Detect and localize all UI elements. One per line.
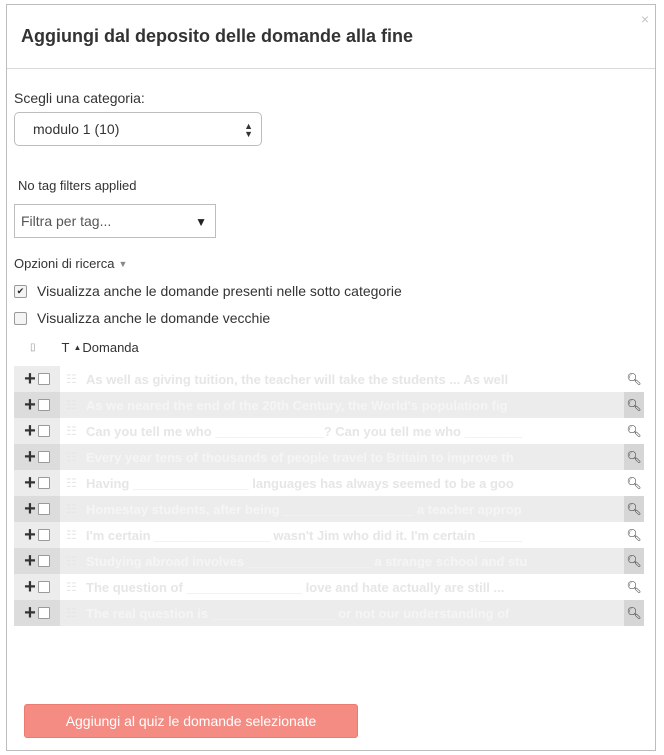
sort-asc-icon: ▲ (73, 343, 82, 352)
magnifier-icon[interactable]: 🔍︎ (624, 522, 644, 548)
question-actions: + (14, 366, 60, 392)
essay-icon: ☷ (66, 450, 77, 464)
question-checkbox[interactable] (37, 451, 50, 463)
dialog-title: Aggiungi dal deposito delle domande alla… (21, 26, 414, 46)
show-subcategories-checkbox[interactable]: ✔ (14, 284, 27, 298)
question-row: + ☷ Homestay students, after being _______… (14, 496, 644, 522)
plus-icon[interactable]: + (24, 499, 36, 519)
question-actions: + (14, 600, 60, 626)
magnifier-icon[interactable]: 🔍︎ (624, 548, 644, 574)
question-text: The real question is _________________ o… (86, 605, 510, 621)
plus-icon[interactable]: + (24, 447, 36, 467)
plus-icon[interactable]: + (24, 369, 36, 389)
plus-icon[interactable]: + (24, 421, 36, 441)
magnifier-icon[interactable]: 🔍︎ (624, 418, 644, 444)
question-row: + ☷ Every year tens of thousands of people… (14, 444, 644, 470)
essay-icon: ☷ (66, 424, 77, 438)
magnifier-icon[interactable]: 🔍︎ (624, 366, 644, 392)
question-checkbox[interactable] (37, 581, 50, 593)
close-icon[interactable]: × (641, 11, 649, 27)
essay-icon: ☷ (66, 580, 77, 594)
magnifier-icon[interactable]: 🔍︎ (624, 574, 644, 600)
essay-icon: ☷ (66, 476, 77, 490)
question-checkbox[interactable] (37, 477, 50, 489)
dialog-header: Aggiungi dal deposito delle domande alla… (7, 5, 655, 69)
plus-icon[interactable]: + (24, 473, 36, 493)
plus-icon[interactable]: + (24, 525, 36, 545)
question-actions: + (14, 444, 60, 470)
question-row: + ☷ I'm certain ________________ wasn't Ji… (14, 522, 644, 548)
select-arrows-icon: ▲ ▼ (244, 121, 253, 139)
question-row: + ☷ Can you tell me who _______________? C… (14, 418, 644, 444)
essay-icon: ☷ (66, 554, 77, 568)
question-row: + ☷ As well as giving tuition, the teacher… (14, 366, 644, 392)
question-row: + ☷ The question of ________________ love … (14, 574, 644, 600)
question-actions: + (14, 470, 60, 496)
plus-icon[interactable]: + (24, 577, 36, 597)
tag-filter-input[interactable]: Filtra per tag... ▼ (14, 204, 216, 238)
question-checkbox[interactable] (37, 425, 50, 437)
show-old-checkbox[interactable] (14, 311, 27, 325)
question-actions: + (14, 522, 60, 548)
essay-icon: ☷ (66, 528, 77, 542)
question-text: Every year tens of thousands of people t… (86, 449, 514, 465)
essay-icon: ☷ (66, 398, 77, 412)
question-actions: + (14, 548, 60, 574)
sort-header: ▯ T ▲ Domanda (30, 340, 139, 355)
category-select[interactable]: modulo 1 (10) ▲ ▼ (14, 112, 262, 146)
question-row: + ☷ The real question is _________________… (14, 600, 644, 626)
question-text: As we neared the end of the 20th Century… (86, 397, 508, 413)
sort-by-name[interactable]: Domanda (82, 340, 138, 355)
question-checkbox[interactable] (37, 607, 50, 619)
category-label: Scegli una categoria: (14, 90, 145, 106)
question-text: Homestay students, after being _________… (86, 501, 522, 517)
essay-icon: ☷ (66, 502, 77, 516)
magnifier-icon[interactable]: 🔍︎ (624, 392, 644, 418)
sort-by-type[interactable]: T (62, 340, 70, 355)
question-actions: + (14, 496, 60, 522)
add-selected-button[interactable]: Aggiungi al quiz le domande selezionate (24, 704, 358, 738)
question-actions: + (14, 392, 60, 418)
tag-filter-status: No tag filters applied (18, 178, 137, 193)
show-subcategories-option[interactable]: ✔ Visualizza anche le domande presenti n… (14, 283, 402, 299)
question-checkbox[interactable] (37, 555, 50, 567)
question-text: Studying abroad involves _______________… (86, 553, 528, 569)
essay-icon: ☷ (66, 372, 77, 386)
question-checkbox[interactable] (37, 529, 50, 541)
magnifier-icon[interactable]: 🔍︎ (624, 444, 644, 470)
magnifier-icon[interactable]: 🔍︎ (624, 496, 644, 522)
question-text: I'm certain ________________ wasn't Jim … (86, 527, 523, 543)
question-text: The question of ________________ love an… (86, 579, 505, 595)
magnifier-icon[interactable]: 🔍︎ (624, 600, 644, 626)
show-subcategories-label: Visualizza anche le domande presenti nel… (37, 283, 402, 299)
plus-icon[interactable]: + (24, 551, 36, 571)
question-text: Having ________________ languages has al… (86, 475, 514, 491)
question-checkbox[interactable] (37, 503, 50, 515)
question-text: Can you tell me who _______________? Can… (86, 423, 523, 439)
question-checkbox[interactable] (37, 373, 50, 385)
show-old-label: Visualizza anche le domande vecchie (37, 310, 271, 326)
question-row: + ☷ Studying abroad involves _____________… (14, 548, 644, 574)
caret-down-icon: ▼ (118, 258, 128, 269)
plus-icon[interactable]: + (24, 603, 36, 623)
question-actions: + (14, 418, 60, 444)
show-old-option[interactable]: Visualizza anche le domande vecchie (14, 310, 270, 326)
question-row: + ☷ Having ________________ languages has … (14, 470, 644, 496)
question-list: + ☷ As well as giving tuition, the teacher… (14, 366, 644, 626)
question-actions: + (14, 574, 60, 600)
search-options-toggle[interactable]: Opzioni di ricerca ▼ (14, 256, 127, 271)
question-text: As well as giving tuition, the teacher w… (86, 371, 509, 387)
question-row: + ☷ As we neared the end of the 20th Centu… (14, 392, 644, 418)
tag-filter-placeholder: Filtra per tag... (21, 213, 112, 229)
select-all-icon[interactable]: ▯ (30, 342, 36, 353)
question-checkbox[interactable] (37, 399, 50, 411)
category-selected-value: modulo 1 (10) (33, 121, 120, 137)
essay-icon: ☷ (66, 606, 77, 620)
dropdown-arrow-icon[interactable]: ▼ (195, 215, 207, 229)
search-options-label: Opzioni di ricerca (14, 256, 115, 271)
magnifier-icon[interactable]: 🔍︎ (624, 470, 644, 496)
plus-icon[interactable]: + (24, 395, 36, 415)
